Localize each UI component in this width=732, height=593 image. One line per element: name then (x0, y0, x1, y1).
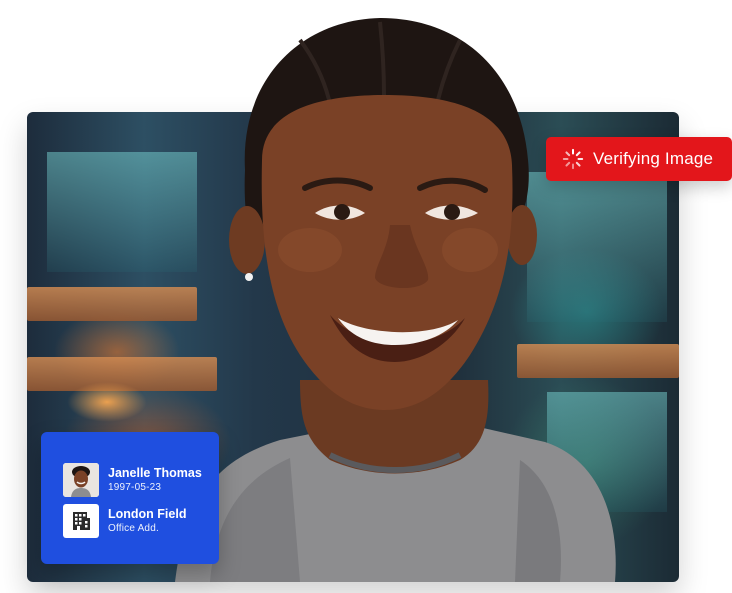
background-window (47, 152, 197, 272)
background-lamp (67, 382, 147, 422)
identity-person-row: Janelle Thomas 1997-05-23 (63, 463, 202, 497)
person-name: Janelle Thomas (108, 466, 202, 480)
verifying-image-badge: Verifying Image (546, 137, 732, 181)
identity-location-row: London Field Office Add. (63, 504, 186, 538)
verifying-image-label: Verifying Image (593, 149, 714, 168)
avatar-icon (63, 463, 99, 497)
person-date: 1997-05-23 (108, 482, 162, 493)
loading-spinner-icon (562, 148, 584, 170)
location-detail: Office Add. (108, 523, 159, 534)
location-name: London Field (108, 507, 187, 521)
background-window (547, 392, 667, 512)
building-icon (73, 512, 90, 530)
building-thumbnail (63, 504, 99, 538)
background-window (527, 172, 667, 322)
avatar-thumbnail (63, 463, 99, 497)
identity-card: Janelle Thomas 1997-05-23 London Field O… (41, 432, 219, 564)
background-shelf (517, 344, 679, 378)
background-shelf (27, 287, 197, 321)
